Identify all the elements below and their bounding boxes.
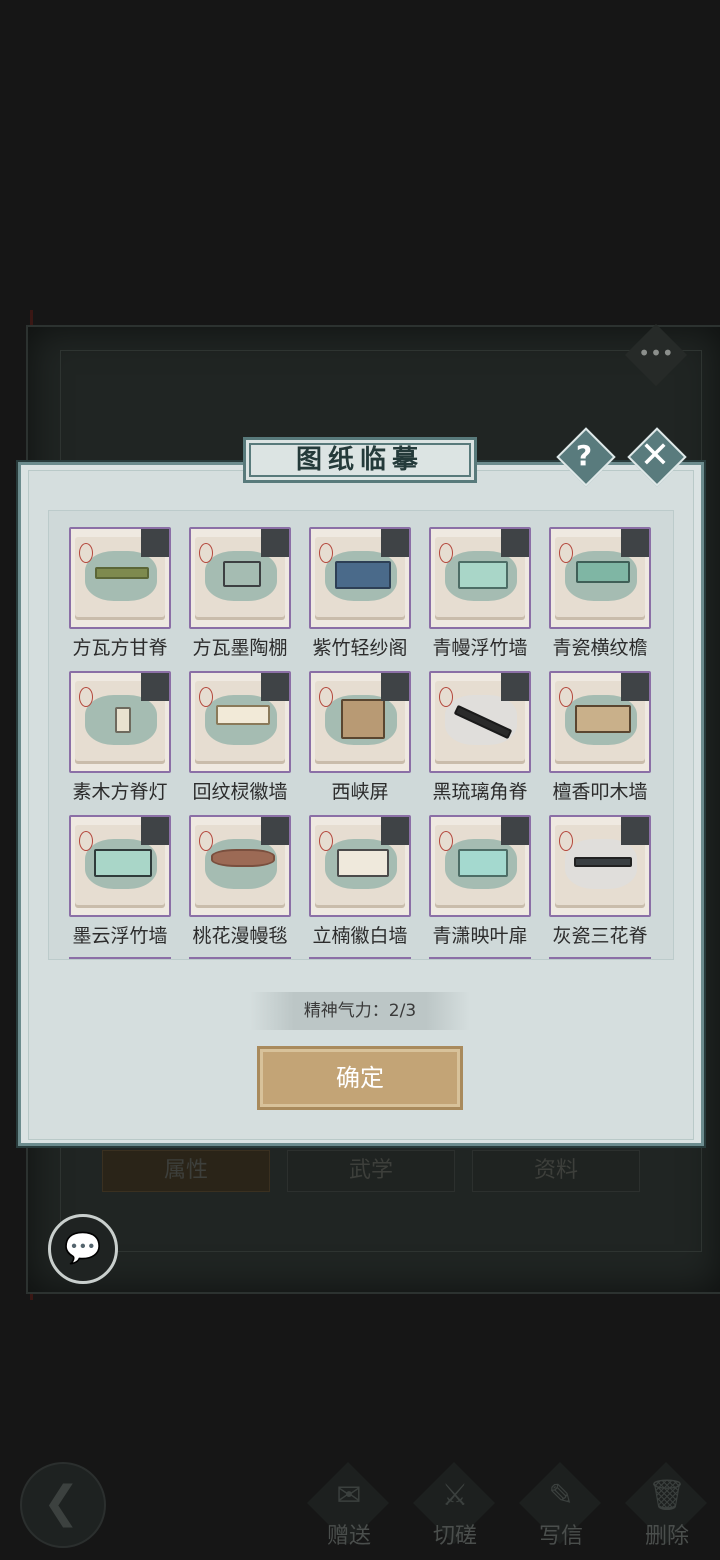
blueprint-item[interactable]: 青幔浮竹墙	[429, 527, 535, 663]
help-icon: ?	[575, 439, 593, 472]
blueprint-card	[429, 527, 531, 629]
blueprint-item[interactable]: 桃花漫幔毯	[189, 815, 295, 951]
back-icon: ❮	[42, 1477, 80, 1528]
tab-attributes-label: 属性	[163, 1158, 208, 1183]
gift-icon: ✉	[336, 1478, 362, 1513]
tab-martial-arts[interactable]: 武学	[287, 1150, 455, 1192]
blueprint-card	[189, 815, 291, 917]
blueprint-label: 青潇映叶扉	[432, 925, 528, 947]
blueprint-item[interactable]: 回纹棂徽墙	[189, 671, 295, 807]
blueprint-grid: 方瓦方甘脊 方瓦墨陶棚 紫竹轻纱阁 青幔浮竹墙 青瓷横纹檐 素木方脊灯 回纹棂徽…	[48, 510, 674, 960]
blueprint-label: 墨云浮竹墙	[72, 925, 168, 947]
next-row-peek	[549, 957, 651, 959]
blueprint-item[interactable]: 素木方脊灯	[69, 671, 175, 807]
blueprint-card	[549, 527, 651, 629]
blueprint-item[interactable]: 方瓦墨陶棚	[189, 527, 295, 663]
dialog-title: 图纸临摹	[295, 445, 424, 475]
blueprint-label: 方瓦墨陶棚	[192, 637, 288, 659]
more-dots-icon: •••	[638, 341, 674, 365]
blueprint-item[interactable]: 青瓷横纹檐	[549, 527, 655, 663]
checkbox-icon	[261, 673, 289, 701]
checkbox-icon	[141, 817, 169, 845]
blueprint-label: 西峡屏	[331, 781, 389, 803]
checkbox-icon	[381, 817, 409, 845]
checkbox-icon	[381, 529, 409, 557]
blueprint-item[interactable]: 黑琉璃角脊	[429, 671, 535, 807]
checkbox-icon	[261, 529, 289, 557]
spirit-counter: 精神气力：2/3	[303, 1001, 417, 1021]
checkbox-icon	[501, 817, 529, 845]
write-letter-button[interactable]: ✎ 写信	[518, 1461, 603, 1552]
checkbox-icon	[261, 817, 289, 845]
blueprint-label: 紫竹轻纱阁	[312, 637, 408, 659]
blueprint-item[interactable]: 方瓦方甘脊	[69, 527, 175, 663]
tab-attributes[interactable]: 属性	[102, 1150, 270, 1192]
blueprint-card	[69, 671, 171, 773]
blueprint-card	[189, 671, 291, 773]
blueprint-label: 桃花漫幔毯	[192, 925, 288, 947]
spar-button[interactable]: ⚔ 切磋	[412, 1461, 497, 1552]
checkbox-icon	[381, 673, 409, 701]
blueprint-label: 青幔浮竹墙	[432, 637, 528, 659]
blueprint-card	[309, 527, 411, 629]
blueprint-label: 立楠徽白墙	[312, 925, 408, 947]
chat-icon: 💬	[64, 1231, 102, 1266]
checkbox-icon	[141, 529, 169, 557]
blueprint-item[interactable]: 檀香叩木墙	[549, 671, 655, 807]
blueprint-card	[189, 527, 291, 629]
next-row-peek	[69, 957, 171, 959]
blueprint-card	[69, 527, 171, 629]
trash-icon: 🗑	[647, 1478, 687, 1513]
confirm-label: 确定	[336, 1064, 384, 1092]
blueprint-label: 回纹棂徽墙	[192, 781, 288, 803]
sword-icon: ⚔	[441, 1478, 469, 1513]
checkbox-icon	[501, 673, 529, 701]
next-row-peek	[189, 957, 291, 959]
next-row-peek	[309, 957, 411, 959]
write-letter-label: 写信	[538, 1524, 583, 1549]
blueprint-card	[309, 815, 411, 917]
blueprint-label: 灰瓷三花脊	[552, 925, 648, 947]
letter-icon: ✎	[548, 1478, 574, 1513]
blueprint-item[interactable]: 立楠徽白墙	[309, 815, 415, 951]
tab-profile-label: 资料	[533, 1158, 578, 1183]
blueprint-card	[549, 815, 651, 917]
blueprint-label: 黑琉璃角脊	[432, 781, 528, 803]
blueprint-card	[429, 671, 531, 773]
checkbox-icon	[501, 529, 529, 557]
blueprint-item[interactable]: 青潇映叶扉	[429, 815, 535, 951]
blueprint-item[interactable]: 西峡屏	[309, 671, 415, 807]
tab-profile[interactable]: 资料	[472, 1150, 640, 1192]
blueprint-card	[309, 671, 411, 773]
spar-label: 切磋	[432, 1524, 477, 1549]
blueprint-item[interactable]: 紫竹轻纱阁	[309, 527, 415, 663]
blueprint-label: 素木方脊灯	[72, 781, 168, 803]
blueprint-item[interactable]: 墨云浮竹墙	[69, 815, 175, 951]
blueprint-card	[549, 671, 651, 773]
blueprint-card	[429, 815, 531, 917]
tab-martial-arts-label: 武学	[348, 1158, 393, 1183]
checkbox-icon	[621, 817, 649, 845]
checkbox-icon	[621, 673, 649, 701]
blueprint-label: 檀香叩木墙	[552, 781, 648, 803]
blueprint-card	[69, 815, 171, 917]
checkbox-icon	[621, 529, 649, 557]
next-row-peek	[429, 957, 531, 959]
checkbox-icon	[141, 673, 169, 701]
blueprint-item[interactable]: 灰瓷三花脊	[549, 815, 655, 951]
close-icon: ✕	[639, 435, 671, 476]
blueprint-label: 青瓷横纹檐	[552, 637, 648, 659]
gift-label: 赠送	[326, 1524, 371, 1549]
blueprint-label: 方瓦方甘脊	[72, 637, 168, 659]
gift-button[interactable]: ✉ 赠送	[306, 1461, 391, 1552]
delete-label: 删除	[644, 1524, 689, 1549]
delete-button[interactable]: 🗑 删除	[624, 1461, 709, 1552]
